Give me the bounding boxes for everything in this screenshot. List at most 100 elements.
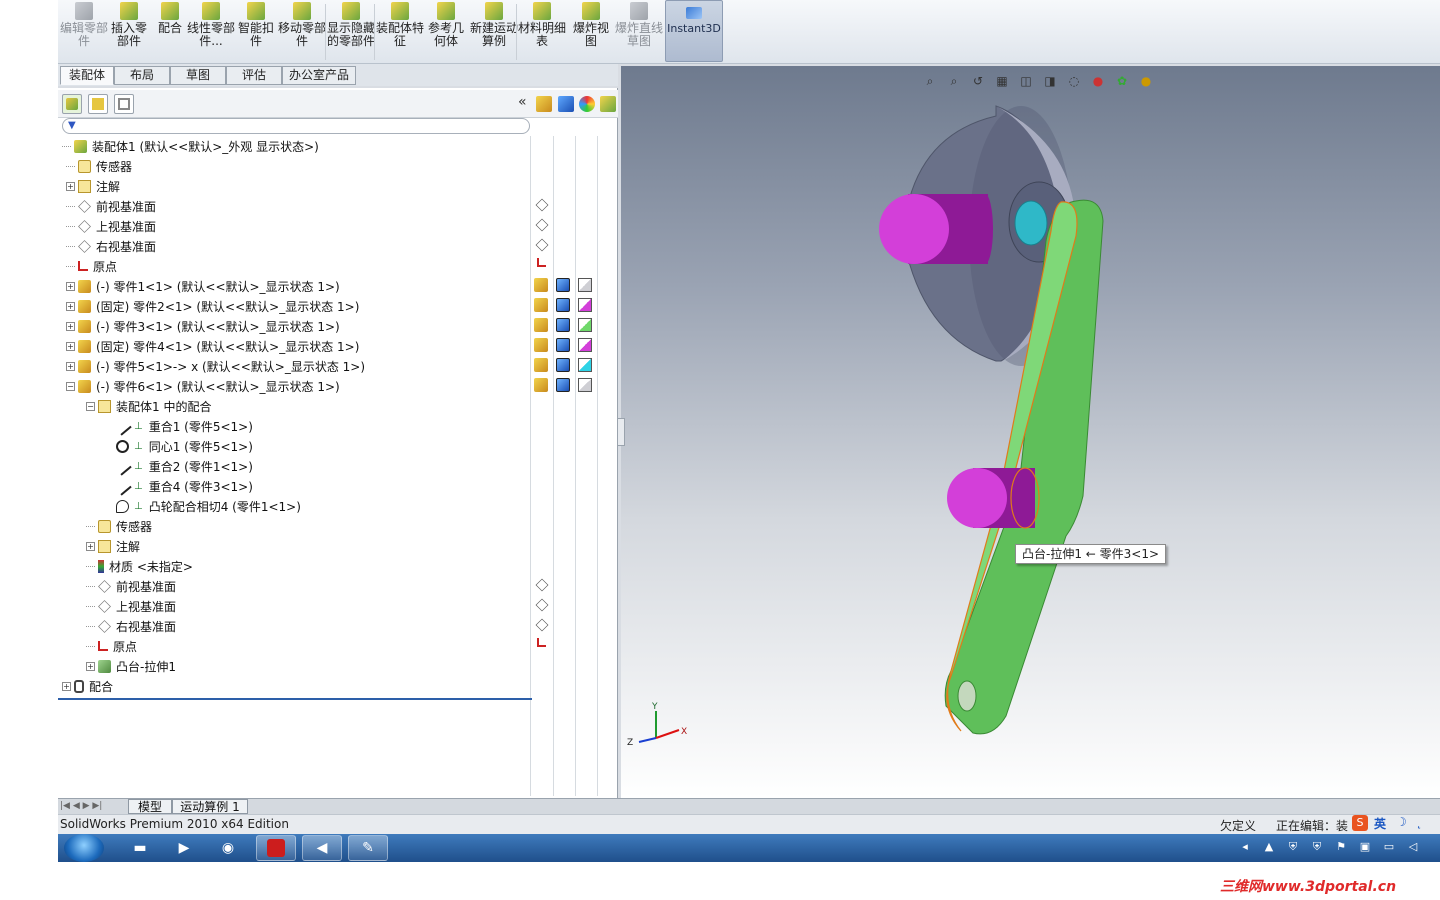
tree-item[interactable]: + (-) 零件3<1> (默认<<默认>_显示状态 1>) (66, 316, 340, 336)
hide-show-plane-icon[interactable] (535, 598, 549, 612)
tree-item[interactable]: 原点 (86, 636, 137, 656)
explorer-icon[interactable]: ▬ (120, 835, 160, 861)
tree-filter-input[interactable]: ▼ (62, 118, 530, 134)
tray-speaker-icon[interactable]: ◁ (1406, 840, 1420, 854)
tray-display-icon[interactable]: ▭ (1382, 840, 1396, 854)
display-mode-icon[interactable] (556, 338, 570, 352)
tree-expand-toggle[interactable]: + (66, 361, 75, 371)
display-mode-icon[interactable] (556, 298, 570, 312)
tab-layout[interactable]: 布局 (114, 66, 170, 85)
tree-item[interactable]: 上视基准面 (66, 216, 156, 236)
property-manager-tab[interactable] (88, 94, 108, 114)
tree-item[interactable]: 原点 (66, 256, 117, 276)
display-pane-part-icon[interactable] (536, 96, 552, 112)
bill-of-materials-button[interactable]: 材料明细表 (518, 2, 566, 62)
tree-expand-toggle[interactable]: + (62, 681, 71, 691)
appearance-icon[interactable] (578, 358, 592, 372)
tray-device-icon[interactable]: ▣ (1358, 840, 1372, 854)
tree-expand-toggle[interactable]: − (66, 381, 75, 391)
paint-app-icon[interactable]: ✎ (348, 835, 388, 861)
tree-item[interactable]: 装配体1 (默认<<默认>_外观 显示状态>) (62, 136, 319, 156)
media-player-icon[interactable]: ▶ (164, 835, 204, 861)
hide-show-part-icon[interactable] (534, 358, 548, 372)
display-pane-appearance-icon[interactable] (579, 96, 595, 112)
tray-security-icon[interactable]: ⛨ (1310, 840, 1324, 854)
hide-show-plane-icon[interactable] (535, 198, 549, 212)
tree-item[interactable]: + (-) 零件1<1> (默认<<默认>_显示状态 1>) (66, 276, 340, 296)
tree-expand-toggle[interactable]: + (66, 321, 75, 331)
linear-pattern-button[interactable]: 线性零部件... (186, 2, 236, 62)
tree-item[interactable]: + 注解 (86, 536, 140, 556)
explode-line-sketch-button[interactable]: 爆炸直线草图 (614, 2, 664, 62)
hide-show-plane-icon[interactable] (535, 618, 549, 632)
tree-expand-toggle[interactable]: + (66, 341, 75, 351)
browser-icon[interactable]: ◉ (208, 835, 248, 861)
tree-item[interactable]: + 配合 (62, 676, 113, 696)
appearance-icon[interactable] (578, 298, 592, 312)
insert-components-button[interactable]: 插入零部件 (106, 2, 152, 62)
new-motion-study-button[interactable]: 新建运动算例 (470, 2, 518, 62)
tree-item[interactable]: ⊥ 重合1 (零件5<1>) (113, 416, 253, 436)
tree-item[interactable]: + (-) 零件5<1>-> x (默认<<默认>_显示状态 1>) (66, 356, 365, 376)
display-mode-icon[interactable] (556, 318, 570, 332)
hide-show-part-icon[interactable] (534, 318, 548, 332)
tree-item[interactable]: 右视基准面 (66, 236, 156, 256)
hide-show-origin-icon[interactable] (537, 258, 546, 267)
tab-model[interactable]: 模型 (128, 799, 172, 814)
display-mode-icon[interactable] (556, 358, 570, 372)
tree-expand-toggle[interactable]: + (66, 281, 75, 291)
hide-show-plane-icon[interactable] (535, 238, 549, 252)
tree-expand-toggle[interactable]: + (66, 301, 75, 311)
tab-sketch[interactable]: 草图 (170, 66, 226, 85)
reference-geometry-button[interactable]: 参考几何体 (424, 2, 468, 62)
mate-button[interactable]: 配合 (154, 2, 186, 62)
tray-network-icon[interactable]: ◂ (1238, 840, 1252, 854)
collapse-panel-button[interactable]: « (518, 94, 527, 110)
ime-moon-icon[interactable]: ☽ (1396, 815, 1407, 829)
show-hidden-components-button[interactable]: 显示隐藏的零部件 (326, 2, 376, 62)
tab-evaluate[interactable]: 评估 (226, 66, 282, 85)
graphics-viewport[interactable]: ⌕ ⌕ ↺ ▦ ◫ ◨ ◌ ● ✿ ● Y X Z 凸台-拉伸1 ← 零件3<1… (617, 66, 1440, 798)
tab-office-products[interactable]: 办公室产品 (282, 66, 356, 85)
tray-shield-icon[interactable]: ⛨ (1286, 840, 1300, 854)
display-mode-icon[interactable] (556, 278, 570, 292)
tree-item[interactable]: 右视基准面 (86, 616, 176, 636)
tree-expand-toggle[interactable]: − (86, 401, 95, 411)
tree-item[interactable]: 前视基准面 (66, 196, 156, 216)
tree-item[interactable]: + 凸台-拉伸1 (86, 656, 176, 676)
tree-item[interactable]: ⊥ 凸轮配合相切4 (零件1<1>) (116, 496, 301, 516)
appearance-icon[interactable] (578, 318, 592, 332)
hide-show-part-icon[interactable] (534, 378, 548, 392)
tray-flag-icon[interactable]: ⚑ (1334, 840, 1348, 854)
tree-expand-toggle[interactable]: + (86, 661, 95, 671)
solidworks-taskbar-icon[interactable] (256, 835, 296, 861)
tree-item[interactable]: 传感器 (86, 516, 152, 536)
tree-item[interactable]: + 注解 (66, 176, 120, 196)
edit-component-button[interactable]: 编辑零部件 (60, 2, 108, 62)
ime-language-indicator[interactable]: 英 (1374, 815, 1386, 832)
tree-item[interactable]: ⊥ 重合2 (零件1<1>) (113, 456, 253, 476)
tree-expand-toggle[interactable]: + (86, 541, 95, 551)
start-button[interactable] (64, 834, 104, 862)
tree-item[interactable]: + (固定) 零件4<1> (默认<<默认>_显示状态 1>) (66, 336, 359, 356)
hide-show-part-icon[interactable] (534, 278, 548, 292)
ime-punct-icon[interactable]: ˛ (1416, 815, 1422, 829)
back-app-icon[interactable]: ◀ (302, 835, 342, 861)
appearance-icon[interactable] (578, 378, 592, 392)
tree-item[interactable]: ⊥ 重合4 (零件3<1>) (113, 476, 253, 496)
assembly-features-button[interactable]: 装配体特征 (376, 2, 424, 62)
tree-item[interactable]: + (固定) 零件2<1> (默认<<默认>_显示状态 1>) (66, 296, 359, 316)
move-component-button[interactable]: 移动零部件 (278, 2, 326, 62)
hide-show-plane-icon[interactable] (535, 578, 549, 592)
tree-item[interactable]: 传感器 (66, 156, 132, 176)
feature-manager-tab[interactable] (62, 94, 82, 114)
configuration-manager-tab[interactable] (114, 94, 134, 114)
hide-show-origin-icon[interactable] (537, 638, 546, 647)
display-pane-scene-icon[interactable] (600, 96, 616, 112)
appearance-icon[interactable] (578, 278, 592, 292)
tree-item[interactable]: 材质 <未指定> (86, 556, 193, 576)
display-pane-display-mode-icon[interactable] (558, 96, 574, 112)
tree-item[interactable]: − (-) 零件6<1> (默认<<默认>_显示状态 1>) (66, 376, 340, 396)
tree-item[interactable]: 上视基准面 (86, 596, 176, 616)
display-mode-icon[interactable] (556, 378, 570, 392)
